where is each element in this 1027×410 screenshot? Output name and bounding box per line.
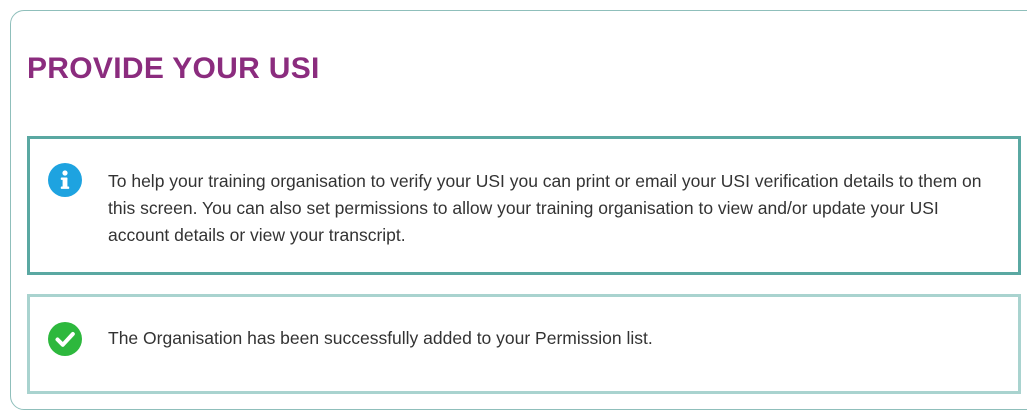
info-alert: To help your training organisation to ve…: [27, 136, 1021, 275]
success-alert-text: The Organisation has been successfully a…: [108, 328, 653, 348]
info-icon: [48, 163, 82, 197]
check-circle-icon: [48, 322, 82, 356]
info-alert-text: To help your training organisation to ve…: [108, 171, 982, 245]
page-title: PROVIDE YOUR USI: [27, 52, 320, 85]
success-alert: The Organisation has been successfully a…: [27, 294, 1021, 394]
